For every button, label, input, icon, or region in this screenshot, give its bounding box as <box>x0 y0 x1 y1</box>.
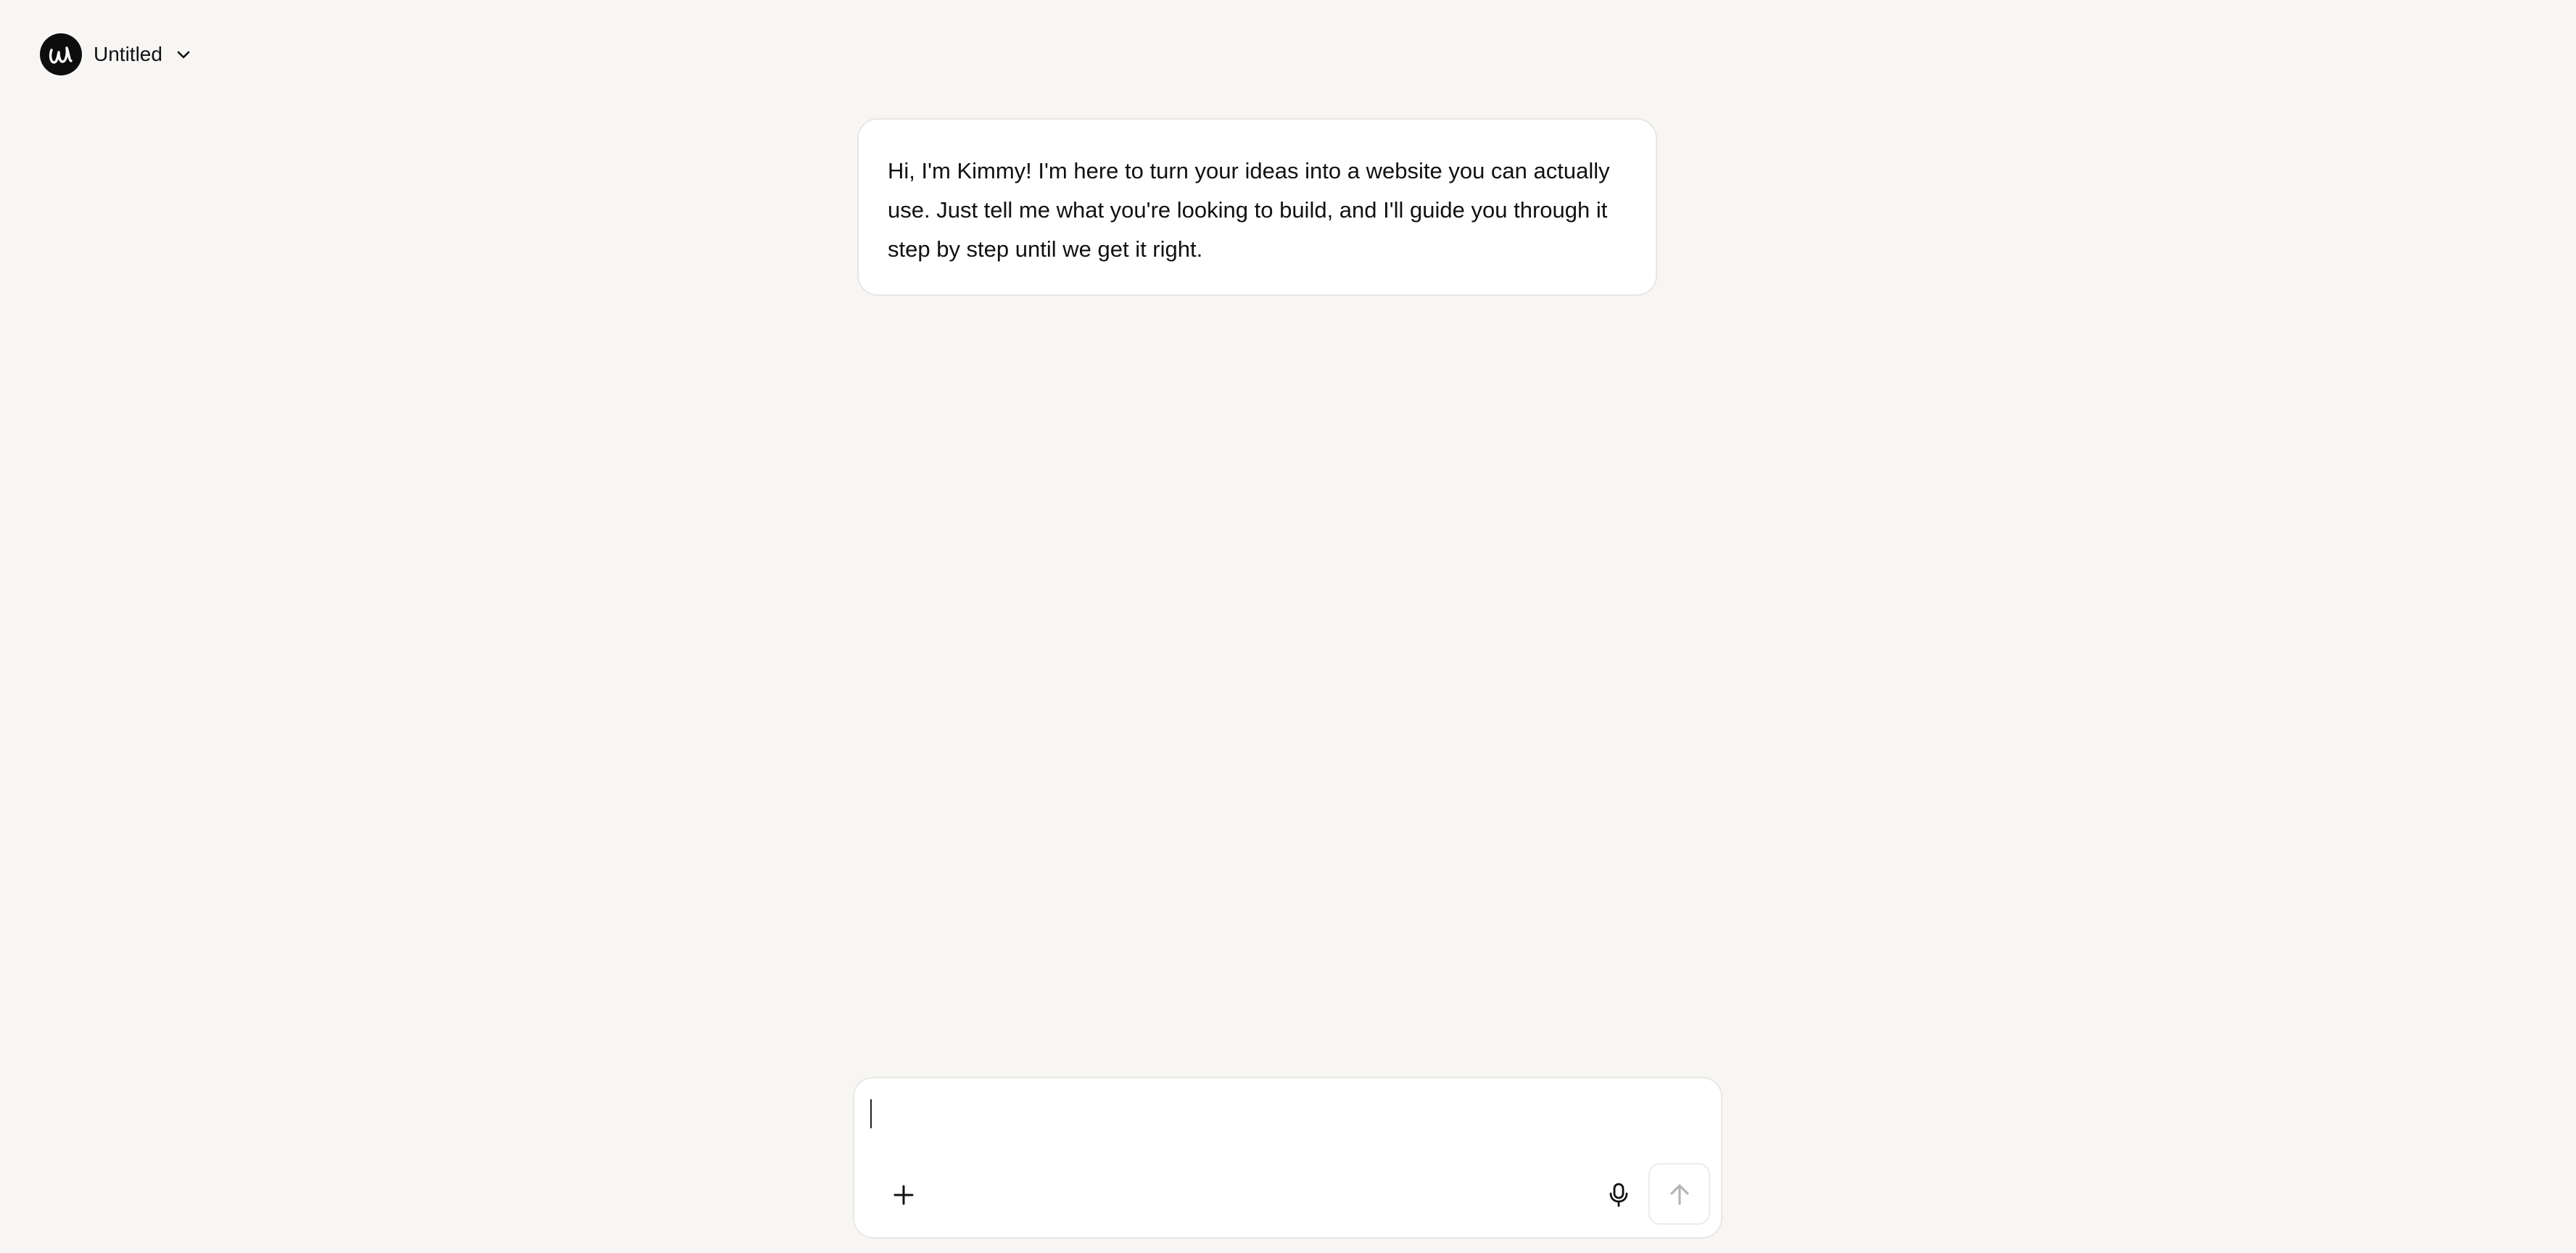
project-title: Untitled <box>94 43 162 65</box>
assistant-message: Hi, I'm Kimmy! I'm here to turn your ide… <box>857 118 1657 296</box>
message-input[interactable] <box>869 1091 1703 1135</box>
plus-icon <box>893 1185 914 1205</box>
project-switcher[interactable]: Untitled <box>40 33 193 75</box>
attach-button[interactable] <box>882 1173 925 1217</box>
message-composer <box>853 1077 1722 1238</box>
logo-icon <box>40 33 82 75</box>
chevron-down-icon <box>174 45 193 64</box>
text-caret <box>870 1099 872 1128</box>
send-button[interactable] <box>1648 1163 1710 1225</box>
app-root: Untitled Hi, I'm Kimmy! I'm here to turn… <box>0 0 2576 1253</box>
arrow-up-icon <box>1669 1183 1689 1205</box>
voice-input-button[interactable] <box>1597 1173 1640 1217</box>
message-text: Hi, I'm Kimmy! I'm here to turn your ide… <box>888 158 1610 262</box>
microphone-icon <box>1609 1183 1628 1207</box>
